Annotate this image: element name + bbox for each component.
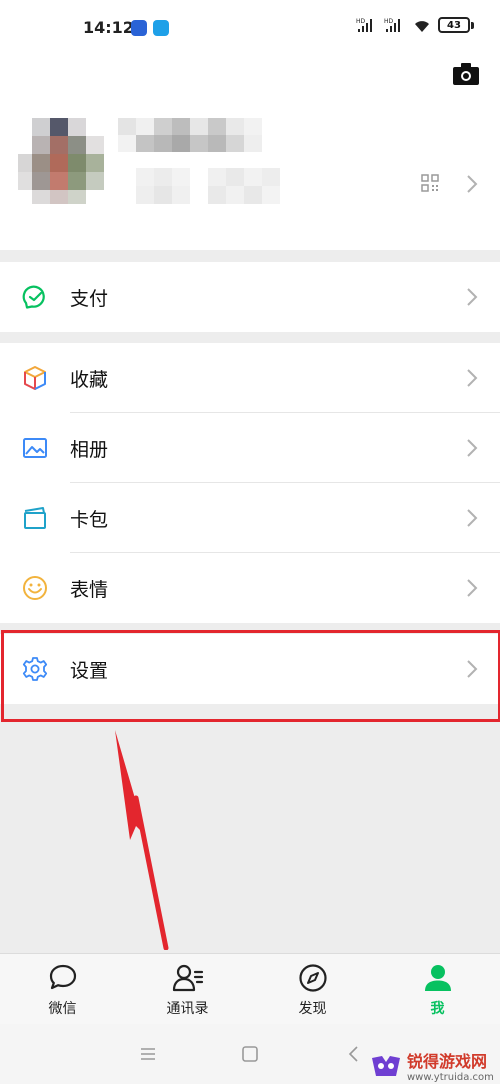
chevron-right-icon — [467, 288, 478, 306]
watermark-text: 锐得游戏网 www.ytruida.com — [407, 1048, 494, 1083]
watermark-logo-icon — [372, 1055, 400, 1076]
watermark-url: www.ytruida.com — [407, 1072, 494, 1083]
wifi-icon — [415, 21, 429, 32]
favorites-cube-icon — [21, 364, 49, 392]
compass-icon — [298, 964, 327, 992]
tab-label: 发现 — [298, 1001, 327, 1017]
avatar[interactable] — [18, 118, 118, 204]
tab-label: 通讯录 — [166, 1001, 209, 1017]
battery-level: 43 — [447, 19, 461, 31]
tab-chats[interactable]: 微信 — [0, 954, 125, 1024]
menu-item-settings[interactable]: 设置 — [0, 634, 500, 704]
watermark: 锐得游戏网 www.ytruida.com — [370, 1048, 494, 1083]
menu-item-label: 收藏 — [70, 368, 109, 391]
svg-text:HD: HD — [384, 18, 394, 25]
qr-code-icon[interactable] — [421, 174, 439, 192]
home-icon[interactable] — [240, 1044, 260, 1064]
profile-name — [118, 118, 273, 152]
tab-label: 微信 — [48, 1001, 77, 1017]
card-wallet-icon — [21, 504, 49, 532]
chat-bubble-icon — [49, 964, 76, 990]
menu-item-pay[interactable]: 支付 — [0, 262, 500, 332]
tab-label: 我 — [430, 1001, 445, 1017]
signal-icon-2: HD — [384, 18, 400, 32]
menu-item-album[interactable]: 相册 — [0, 413, 500, 483]
menu-item-label: 表情 — [70, 578, 109, 601]
tab-contacts[interactable]: 通讯录 — [125, 954, 250, 1024]
svg-text:HD: HD — [356, 18, 366, 25]
notification-app-icon-2 — [153, 20, 169, 36]
menu-icon[interactable] — [138, 1044, 158, 1064]
watermark-title: 锐得游戏网 — [407, 1052, 488, 1071]
tab-me[interactable]: 我 — [375, 954, 500, 1024]
person-icon — [424, 965, 451, 991]
menu-item-cards[interactable]: 卡包 — [0, 483, 500, 553]
battery-icon: 43 — [438, 17, 470, 33]
menu-item-label: 卡包 — [70, 508, 109, 531]
menu-item-favorites[interactable]: 收藏 — [0, 343, 500, 413]
album-image-icon — [21, 434, 49, 462]
annotation-arrow — [115, 730, 169, 950]
chevron-right-icon — [467, 439, 478, 457]
chevron-right-icon — [467, 579, 478, 597]
chevron-right-icon — [467, 660, 478, 678]
menu-item-stickers[interactable]: 表情 — [0, 553, 500, 623]
gear-icon — [21, 655, 49, 683]
chevron-right-icon — [467, 509, 478, 527]
services-group: 收藏 相册 卡包 表情 — [0, 343, 500, 623]
battery-tip — [471, 21, 474, 29]
menu-item-label: 设置 — [70, 659, 109, 682]
back-icon[interactable] — [344, 1044, 364, 1064]
tab-discover[interactable]: 发现 — [250, 954, 375, 1024]
status-time: 14:12 — [83, 18, 134, 37]
menu-item-label: 相册 — [70, 438, 109, 461]
chevron-right-icon — [467, 369, 478, 387]
tab-bar: 微信 通讯录 发现 我 — [0, 953, 500, 1024]
settings-group: 设置 — [0, 634, 500, 704]
menu-item-label: 支付 — [70, 287, 109, 310]
status-indicators: HD HD 43 — [356, 17, 474, 33]
contacts-icon — [172, 964, 203, 992]
camera-icon[interactable] — [452, 62, 480, 86]
profile-header[interactable] — [0, 56, 500, 250]
wechat-id — [118, 168, 290, 204]
chevron-right-icon — [467, 175, 478, 193]
smiley-icon — [21, 574, 49, 602]
notification-app-icon — [131, 20, 147, 36]
pay-icon — [21, 283, 49, 311]
status-bar: 14:12 HD HD 43 — [0, 0, 500, 56]
pay-group: 支付 — [0, 262, 500, 332]
signal-icon: HD — [356, 18, 372, 32]
